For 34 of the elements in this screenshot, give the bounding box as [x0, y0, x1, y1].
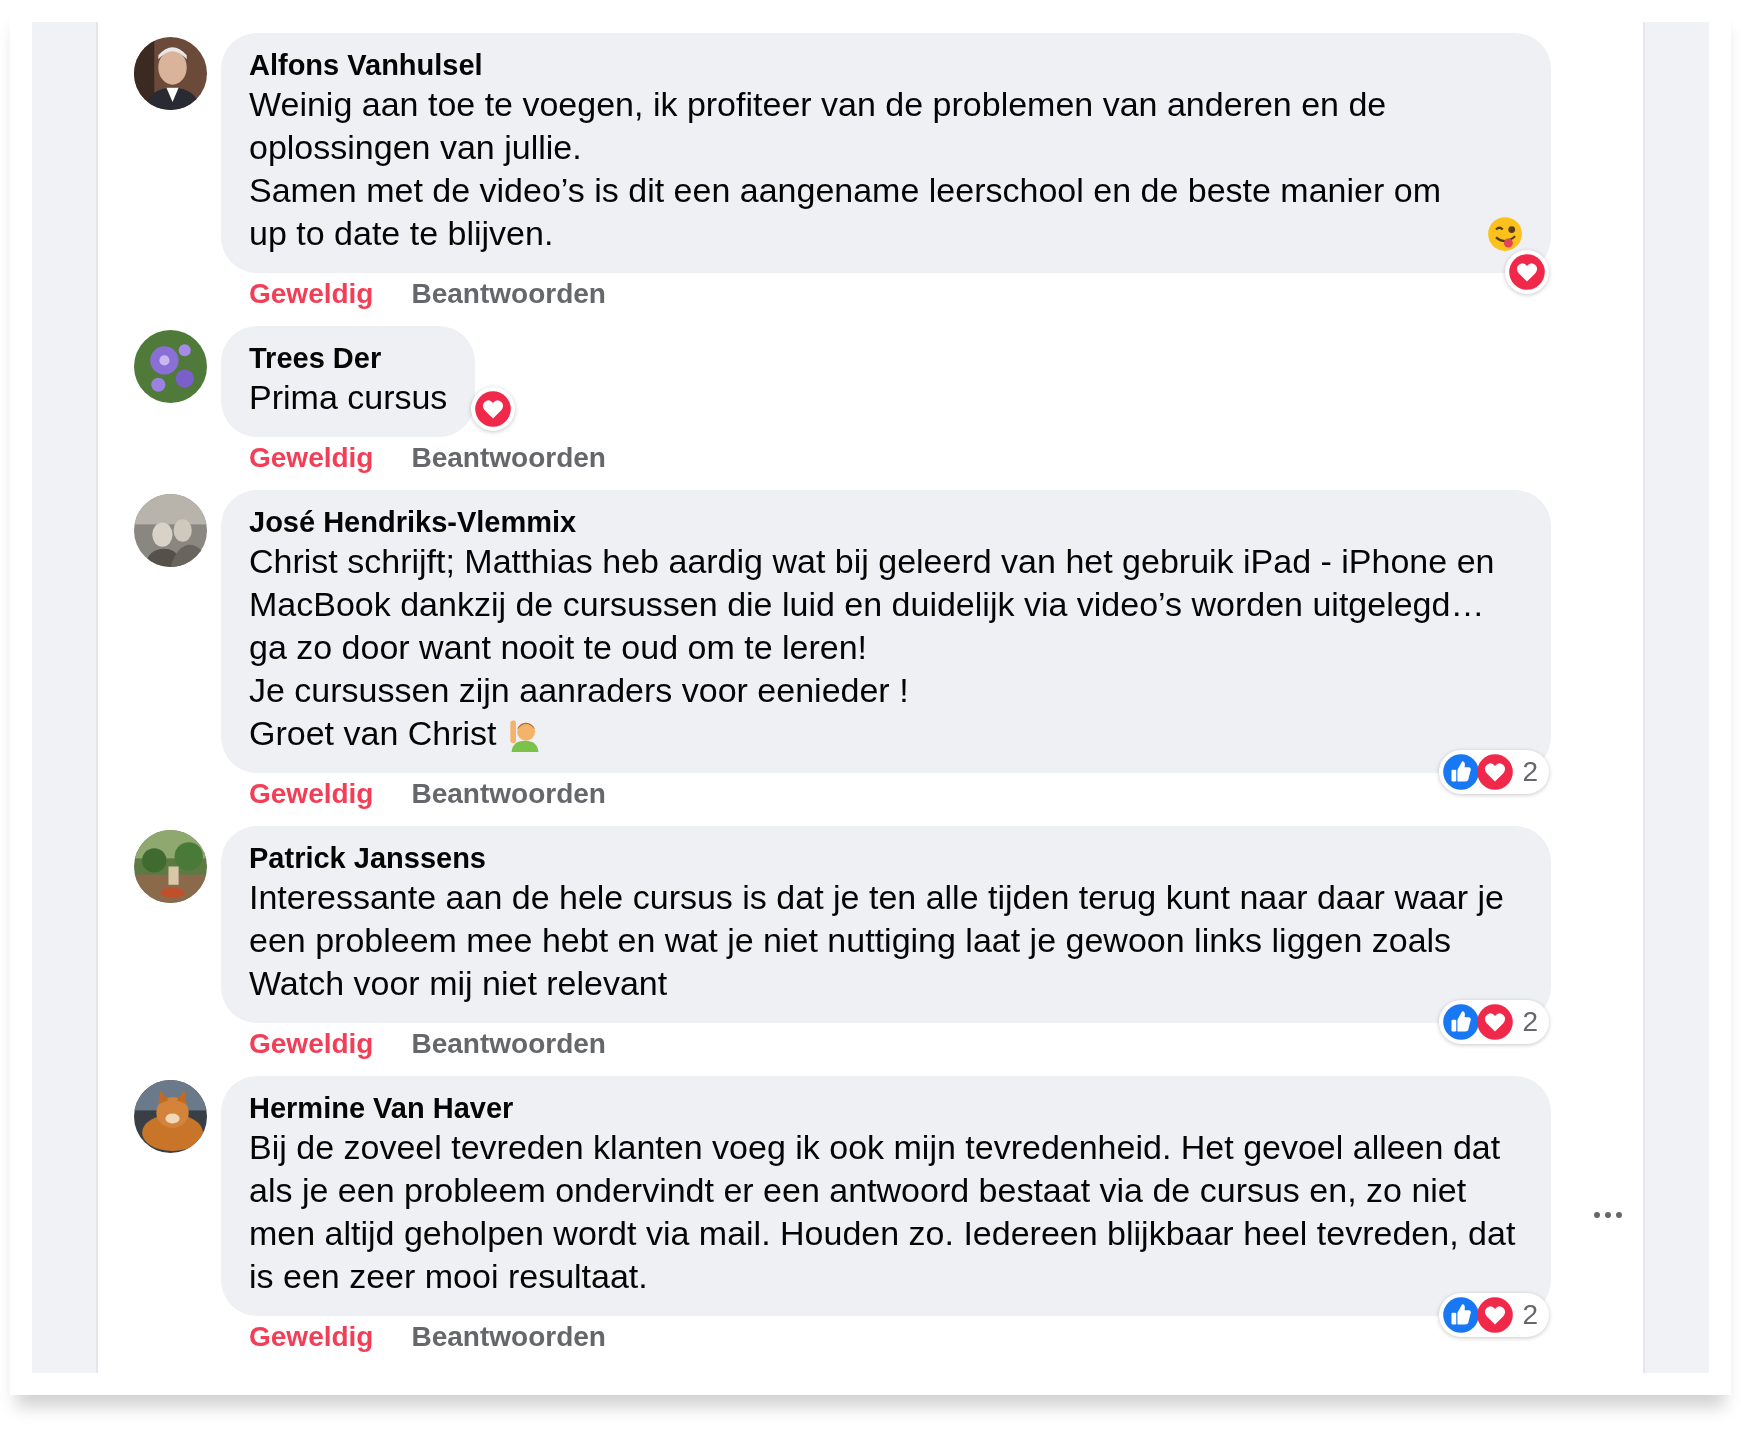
author-name[interactable]: Trees Der — [249, 340, 448, 376]
author-name[interactable]: Patrick Janssens — [249, 840, 1523, 876]
reply-link[interactable]: Beantwoorden — [411, 1028, 606, 1060]
reaction-badge[interactable]: 2 — [1439, 1293, 1549, 1337]
reaction-link[interactable]: Geweldig — [249, 278, 374, 310]
reaction-link[interactable]: Geweldig — [249, 1321, 374, 1353]
like-icon — [1442, 1003, 1481, 1041]
like-icon — [1442, 1296, 1481, 1334]
reaction-link[interactable]: Geweldig — [249, 442, 374, 474]
reaction-badge[interactable]: 2 — [1439, 1000, 1549, 1044]
comment-text: Samen met de video’s is dit een aangename leerschool en de beste manier om up to date te blijven. — [249, 170, 1442, 254]
comment-text: Groet van Christ — [249, 713, 497, 754]
author-name[interactable]: Alfons Vanhulsel — [249, 47, 1523, 83]
reaction-count: 2 — [1521, 1005, 1539, 1039]
reaction-badge[interactable] — [1505, 250, 1549, 294]
reaction-count: 2 — [1521, 755, 1539, 789]
reply-link[interactable]: Beantwoorden — [411, 1321, 606, 1353]
reply-link[interactable]: Beantwoorden — [411, 278, 606, 310]
comment-text: Weinig aan toe te voegen, ik profiteer van de problemen van anderen en de oplossingen van jullie. — [249, 84, 1388, 168]
reaction-link[interactable]: Geweldig — [249, 778, 374, 810]
author-name[interactable]: José Hendriks-Vlemmix — [249, 504, 1523, 540]
more-icon[interactable] — [1593, 1210, 1623, 1219]
reaction-count: 2 — [1521, 1298, 1539, 1332]
author-name[interactable]: Hermine Van Haver — [249, 1090, 1523, 1126]
reply-link[interactable]: Beantwoorden — [411, 442, 606, 474]
reaction-badge[interactable] — [471, 387, 516, 431]
comment-text: Je cursussen zijn aanraders voor eenieder ! — [249, 670, 909, 711]
reply-link[interactable]: Beantwoorden — [411, 778, 606, 810]
comment-text: Christ schrijft; Matthias heb aardig wat bij geleerd van het gebruik iPad - iPhone en MacBook dankzij de cursussen die luid en duidelijk via video’s worden uitgelegd… ga zo door want nooit te oud om te leren! — [249, 541, 1496, 668]
reaction-link[interactable]: Geweldig — [249, 1028, 374, 1060]
comment-text: Prima cursus — [249, 377, 448, 418]
reaction-badge[interactable]: 2 — [1439, 750, 1549, 794]
like-icon — [1442, 753, 1481, 791]
emoji-icon — [1487, 216, 1523, 252]
